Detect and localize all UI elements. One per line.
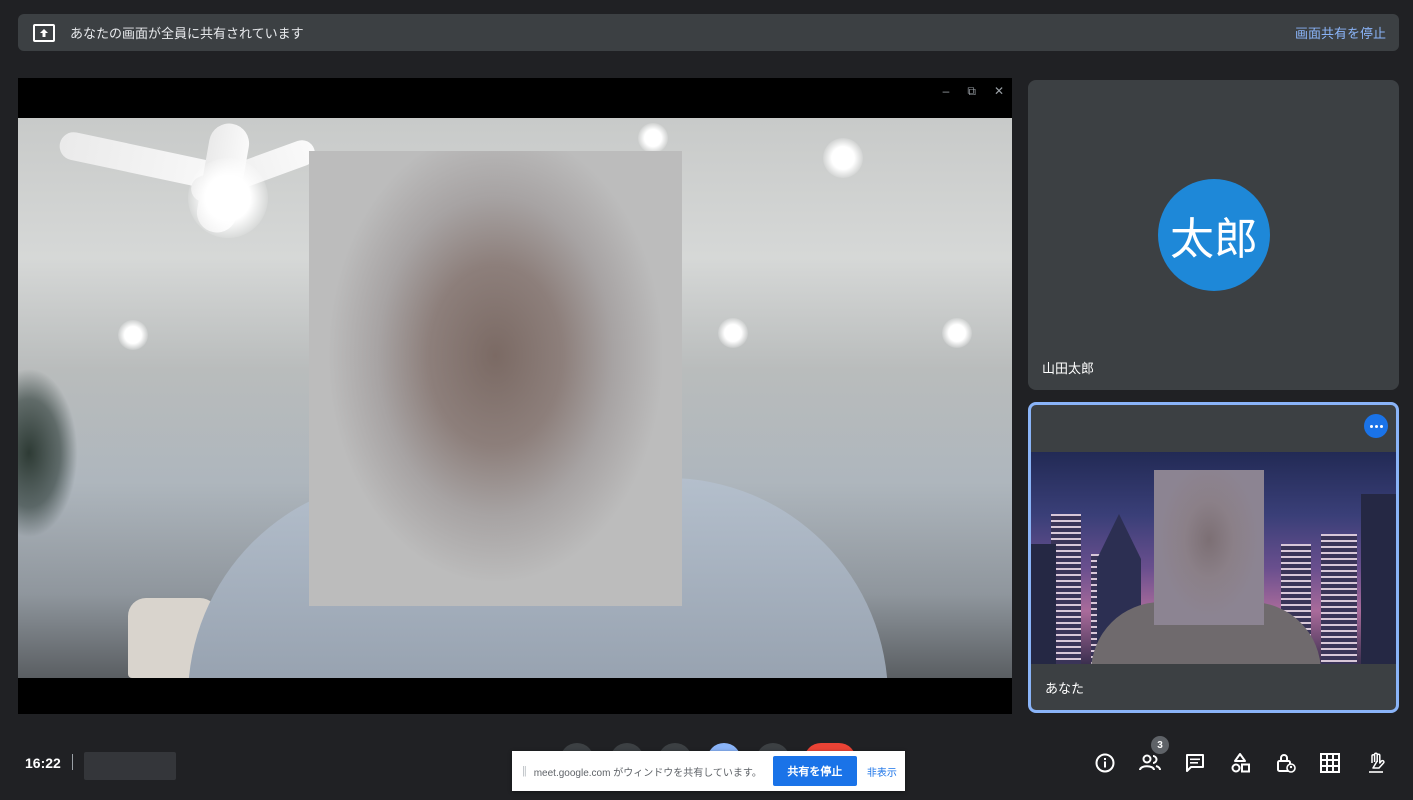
shapes-icon: [1231, 753, 1250, 773]
host-controls-button[interactable]: [1273, 750, 1299, 776]
meeting-code-redacted: [84, 752, 176, 780]
screen-sharing-banner: あなたの画面が全員に共有されています 画面共有を停止: [18, 14, 1399, 51]
people-icon: [1139, 754, 1161, 771]
divider: [72, 754, 73, 770]
participant-name: 山田太郎: [1042, 361, 1095, 376]
present-screen-icon: [33, 23, 55, 42]
meeting-details-button[interactable]: [1092, 750, 1118, 776]
shared-camera-video: [18, 118, 1012, 678]
drag-handle-icon[interactable]: ||: [522, 765, 527, 777]
meeting-clock: 16:22: [25, 755, 61, 771]
restore-icon: ⧉: [967, 84, 976, 98]
hide-notification-link[interactable]: 非表示: [867, 764, 897, 779]
info-icon: [1095, 753, 1115, 773]
window-controls: – ⧉ ✕: [943, 84, 1004, 99]
hand-icon: [1369, 752, 1385, 773]
more-options-button[interactable]: [1364, 414, 1388, 438]
close-icon: ✕: [993, 84, 1004, 98]
avatar: 太郎: [1158, 179, 1270, 291]
blurred-face: [1154, 470, 1264, 625]
self-participant-tile[interactable]: あなた: [1028, 402, 1399, 713]
stop-presenting-link[interactable]: 画面共有を停止: [1295, 23, 1386, 42]
minimize-icon: –: [942, 84, 950, 98]
hand-raise-button[interactable]: [1363, 750, 1389, 776]
lock-person-icon: [1277, 754, 1296, 773]
share-notification-message: meet.google.com がウィンドウを共有しています。: [533, 767, 762, 779]
banner-message: あなたの画面が全員に共有されています: [70, 26, 304, 41]
participant-count-badge: 3: [1151, 736, 1169, 754]
breakout-rooms-button[interactable]: [1317, 750, 1343, 776]
participant-name: あなた: [1045, 681, 1085, 696]
blurred-face: [309, 151, 682, 606]
chat-button[interactable]: [1182, 750, 1208, 776]
grid-icon: [1320, 753, 1340, 773]
presentation-tile: – ⧉ ✕: [18, 78, 1012, 714]
chrome-share-notification: || meet.google.com がウィンドウを共有しています。 共有を停止…: [512, 751, 905, 791]
stop-sharing-button[interactable]: 共有を停止: [772, 756, 857, 786]
activities-button[interactable]: [1227, 750, 1253, 776]
participant-tile[interactable]: 太郎 山田太郎: [1028, 80, 1399, 390]
self-camera-video: [1031, 452, 1396, 664]
chat-icon: [1186, 754, 1204, 772]
